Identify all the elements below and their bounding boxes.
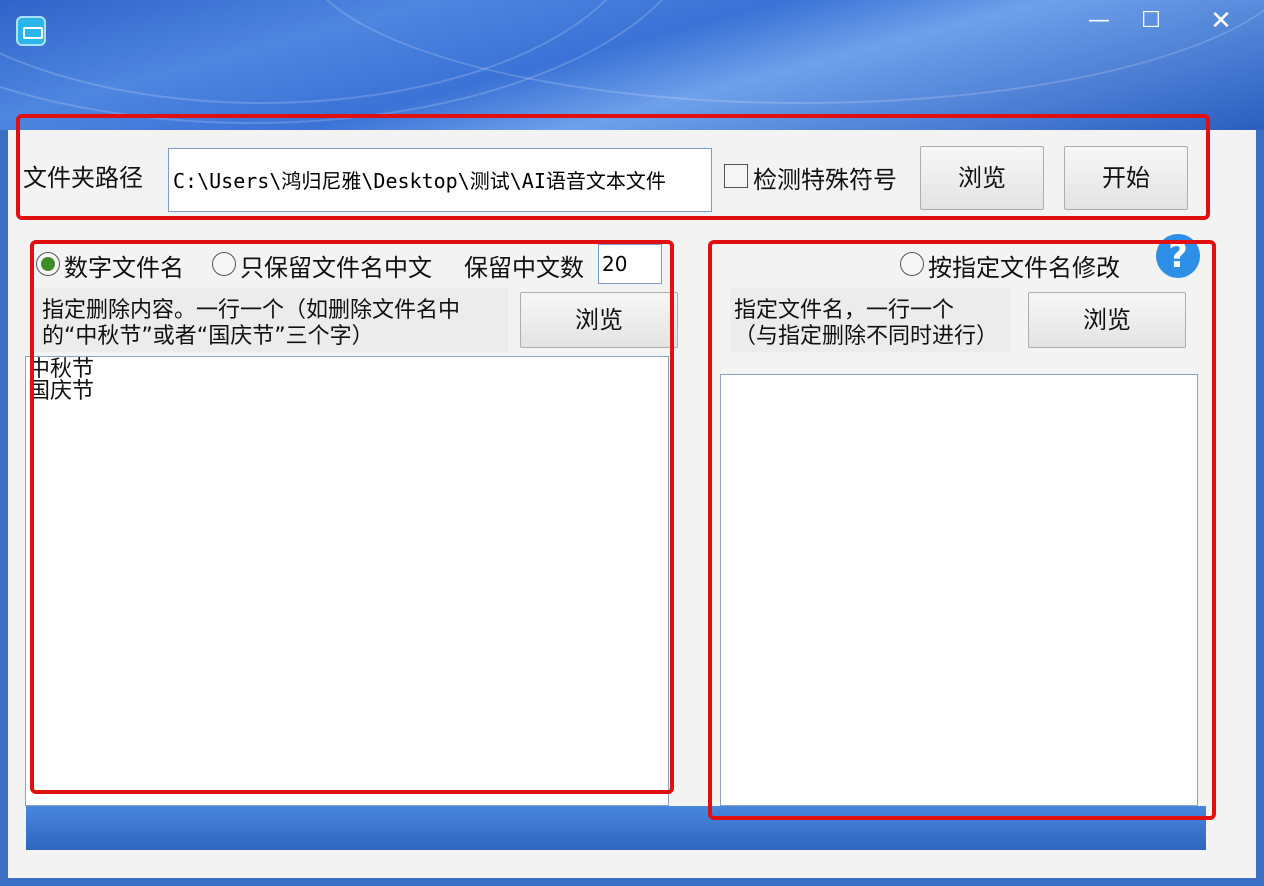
delete-desc-panel: 指定删除内容。一行一个（如删除文件名中 的“中秋节”或者“国庆节”三个字） — [30, 288, 508, 352]
client-area: 文件夹路径 C:\Users\鸿归尼雅\Desktop\测试\AI语音文本文件 … — [8, 130, 1256, 878]
radio-keep-chinese-label: 只保留文件名中文 — [240, 254, 432, 282]
top-browse-button[interactable]: 浏览 — [920, 146, 1044, 210]
rename-textarea[interactable] — [720, 374, 1198, 806]
folder-path-value: C:\Users\鸿归尼雅\Desktop\测试\AI语音文本文件 — [173, 169, 666, 193]
delete-desc-line2: 的“中秋节”或者“国庆节”三个字） — [42, 324, 374, 349]
rename-desc-panel: 指定文件名，一行一个 （与指定删除不同时进行） — [730, 288, 1010, 352]
rename-desc-line2: （与指定删除不同时进行） — [734, 324, 999, 349]
check-special-label: 检测特殊符号 — [753, 166, 897, 194]
delete-content-textarea[interactable]: 中秋节 国庆节 — [25, 356, 669, 806]
title-bar: — ☐ ✕ — [0, 0, 1264, 130]
app-icon — [16, 16, 46, 46]
maximize-button[interactable]: ☐ — [1124, 2, 1178, 40]
radio-keep-chinese[interactable] — [212, 252, 236, 276]
progress-bar — [26, 806, 1206, 850]
help-icon[interactable]: ? — [1156, 234, 1200, 278]
radio-numeric-label: 数字文件名 — [64, 254, 184, 282]
right-browse-button[interactable]: 浏览 — [1028, 292, 1186, 348]
start-button[interactable]: 开始 — [1064, 146, 1188, 210]
folder-path-input[interactable]: C:\Users\鸿归尼雅\Desktop\测试\AI语音文本文件 — [168, 148, 712, 212]
radio-numeric-filename[interactable] — [36, 252, 60, 276]
check-special-checkbox[interactable] — [724, 164, 748, 188]
left-browse-button[interactable]: 浏览 — [520, 292, 678, 348]
radio-rename-label: 按指定文件名修改 — [928, 254, 1120, 282]
minimize-button[interactable]: — — [1074, 2, 1124, 40]
radio-rename-by-name[interactable] — [900, 252, 924, 276]
close-button[interactable]: ✕ — [1178, 2, 1264, 40]
keep-count-value: 20 — [602, 252, 628, 276]
keep-count-label: 保留中文数 — [464, 254, 584, 282]
folder-path-label: 文件夹路径 — [23, 164, 143, 192]
keep-count-input[interactable]: 20 — [598, 244, 662, 284]
